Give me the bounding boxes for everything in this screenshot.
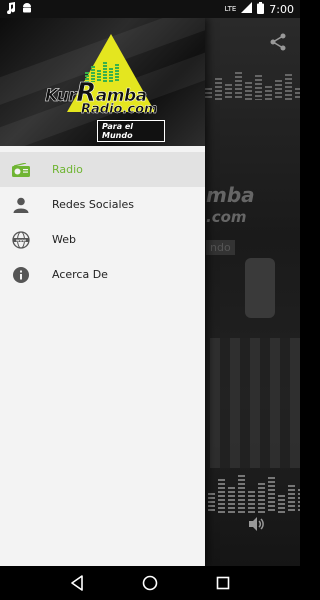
recents-button[interactable] bbox=[211, 571, 235, 595]
info-icon bbox=[12, 266, 30, 284]
status-bar: LTE 7:00 bbox=[0, 0, 300, 18]
background-mixer-pads bbox=[210, 338, 300, 468]
menu-item-label: Web bbox=[52, 233, 76, 246]
drawer-menu: Radio Redes Sociales www Web Acerca De bbox=[0, 146, 205, 292]
background-equalizer-bottom bbox=[208, 473, 300, 513]
android-icon bbox=[21, 2, 33, 17]
logo-subline: Radio.com bbox=[81, 102, 158, 117]
www-globe-icon: www bbox=[12, 230, 30, 249]
battery-icon bbox=[257, 1, 265, 17]
background-tag-fragment: ndo bbox=[206, 240, 235, 255]
menu-item-label: Radio bbox=[52, 163, 83, 176]
background-logo-fragment-2: .com bbox=[206, 208, 247, 226]
signal-icon bbox=[241, 2, 253, 16]
background-logo-fragment: mba bbox=[206, 183, 255, 207]
status-time: 7:00 bbox=[269, 2, 294, 16]
menu-item-acerca-de[interactable]: Acerca De bbox=[0, 257, 205, 292]
menu-item-label: Redes Sociales bbox=[52, 198, 135, 211]
kurramba-logo: KurRamba Radio.com Para el Mundo bbox=[45, 32, 165, 142]
volume-icon[interactable] bbox=[246, 514, 266, 534]
system-navigation-bar bbox=[0, 566, 300, 600]
status-right: LTE 7:00 bbox=[224, 1, 294, 17]
drawer-header: KurRamba Radio.com Para el Mundo bbox=[0, 18, 205, 146]
screen: LTE 7:00 mba .com ndo KurRamba Radio.com… bbox=[0, 0, 300, 600]
home-button[interactable] bbox=[138, 571, 162, 595]
menu-item-label: Acerca De bbox=[52, 268, 108, 281]
background-fader-knob bbox=[245, 258, 275, 318]
music-note-icon bbox=[6, 1, 16, 17]
back-button[interactable] bbox=[65, 571, 89, 595]
menu-item-redes-sociales[interactable]: Redes Sociales bbox=[0, 187, 205, 222]
menu-item-web[interactable]: www Web bbox=[0, 222, 205, 257]
logo-word-prefix: Kur bbox=[45, 86, 77, 107]
menu-item-radio[interactable]: Radio bbox=[0, 152, 205, 187]
logo-tagline: Para el Mundo bbox=[97, 120, 165, 142]
status-left bbox=[6, 1, 33, 17]
svg-text:www: www bbox=[16, 238, 27, 242]
person-icon bbox=[12, 196, 30, 214]
share-icon[interactable] bbox=[266, 30, 290, 54]
radio-icon bbox=[12, 161, 30, 179]
navigation-drawer: KurRamba Radio.com Para el Mundo Radio R… bbox=[0, 18, 205, 566]
background-equalizer-top bbox=[205, 70, 300, 100]
lte-label: LTE bbox=[224, 5, 237, 13]
